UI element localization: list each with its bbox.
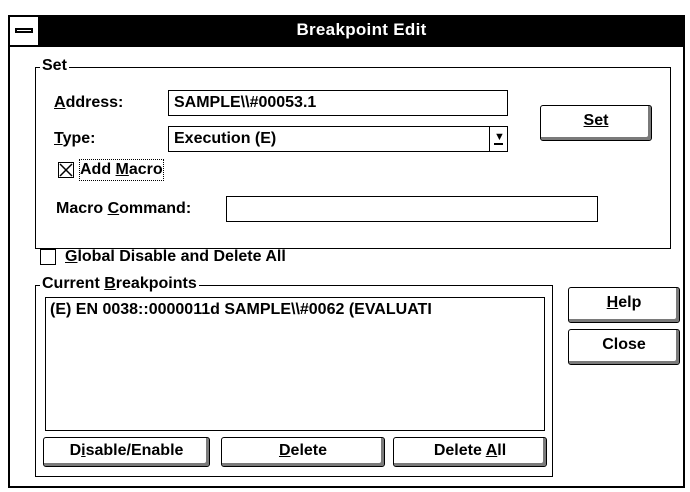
current-breakpoints-legend: Current Breakpoints (40, 275, 199, 293)
system-menu-icon[interactable] (10, 17, 40, 45)
global-disable-label[interactable]: Global Disable and Delete All (65, 247, 286, 267)
close-button[interactable]: Close (568, 329, 680, 365)
global-disable-checkbox[interactable] (40, 249, 56, 265)
address-label: Address: (54, 94, 124, 111)
close-button-label: Close (602, 336, 646, 353)
breakpoints-listbox[interactable]: (E) EN 0038::0000011d SAMPLE\\#0062 (EVA… (45, 297, 545, 431)
breakpoint-edit-dialog: Breakpoint Edit Set Address: SAMPLE\\#00… (8, 15, 685, 488)
window-title: Breakpoint Edit (296, 20, 427, 39)
help-button[interactable]: Help (568, 287, 680, 323)
add-macro-checkbox[interactable] (58, 162, 74, 178)
type-dropdown[interactable]: Execution (E) ▼ (168, 126, 508, 152)
set-button-label: Set (583, 112, 609, 129)
type-dropdown-value: Execution (E) (174, 130, 277, 147)
set-button[interactable]: Set (540, 105, 652, 141)
disable-enable-button[interactable]: Disable/Enable (43, 437, 210, 467)
type-label: Type: (54, 130, 96, 147)
title-bar[interactable]: Breakpoint Edit (10, 17, 683, 47)
macro-command-label: Macro Command: (56, 200, 192, 217)
dropdown-arrow-icon[interactable]: ▼ (489, 127, 507, 151)
add-macro-label[interactable]: Add Macro (79, 159, 164, 181)
set-groupbox: Set Address: SAMPLE\\#00053.1 Type: Exec… (35, 57, 671, 249)
delete-all-button[interactable]: Delete All (393, 437, 547, 467)
address-input[interactable]: SAMPLE\\#00053.1 (168, 90, 508, 116)
delete-button[interactable]: Delete (221, 437, 385, 467)
macro-command-input[interactable] (226, 196, 598, 222)
list-item[interactable]: (E) EN 0038::0000011d SAMPLE\\#0062 (EVA… (50, 300, 432, 320)
set-group-legend: Set (40, 57, 69, 75)
